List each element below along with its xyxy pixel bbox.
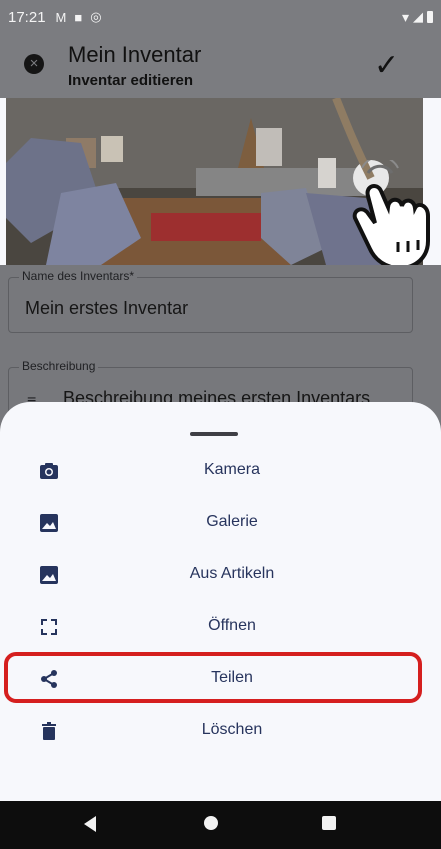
close-icon[interactable]: × (24, 54, 44, 74)
android-navigation-bar (0, 801, 441, 849)
sheet-item-aus-artikeln[interactable]: Aus Artikeln (0, 550, 441, 602)
teilen-highlight-box (4, 652, 422, 703)
image-icon (40, 514, 58, 532)
name-label: Name des Inventars* (19, 269, 138, 283)
sheet-item-galerie[interactable]: Galerie (0, 498, 441, 550)
location-notification-icon: ◎ (90, 9, 102, 24)
sheet-item-loeschen[interactable]: Löschen (0, 706, 441, 758)
sheet-item-aus-artikeln-label: Aus Artikeln (189, 565, 275, 582)
page-subtitle: Inventar editieren (68, 72, 194, 89)
sheet-item-kamera[interactable]: Kamera (0, 446, 441, 498)
name-field[interactable]: Name des Inventars* Mein erstes Inventar (8, 269, 413, 333)
wifi-icon: ▾ (401, 8, 409, 25)
sheet-item-loeschen-label: Löschen (201, 721, 263, 738)
phone-screen: 17:21 M ■ ◎ ▾ ◢ × Mein Inventar Inventar… (0, 0, 441, 849)
home-icon[interactable] (204, 816, 218, 830)
battery-icon (427, 11, 433, 23)
name-value: Mein erstes Inventar (25, 298, 189, 318)
pointing-hand-icon (352, 160, 430, 270)
mail-notification-icon: M (55, 9, 67, 25)
sheet-item-oeffnen-label: Öffnen (208, 617, 256, 634)
description-label: Beschreibung (19, 359, 99, 373)
sheet-drag-handle[interactable] (190, 432, 238, 436)
image-icon (40, 566, 58, 584)
sheet-item-oeffnen[interactable]: Öffnen (0, 602, 441, 654)
back-icon[interactable] (84, 816, 96, 832)
status-time: 17:21 (8, 8, 46, 26)
check-icon[interactable]: ✓ (374, 48, 399, 83)
signal-icon: ◢ (413, 9, 423, 24)
page-title: Mein Inventar (68, 42, 202, 67)
app-bar: × Mein Inventar Inventar editieren ✓ (0, 34, 441, 98)
expand-icon (41, 619, 57, 635)
recent-apps-icon[interactable] (322, 816, 336, 830)
sheet-item-galerie-label: Galerie (206, 513, 258, 530)
status-bar: 17:21 M ■ ◎ ▾ ◢ (0, 0, 441, 34)
media-notification-icon: ■ (74, 9, 83, 25)
sheet-item-kamera-label: Kamera (203, 461, 261, 478)
trash-icon (42, 722, 56, 740)
camera-icon (40, 463, 58, 479)
